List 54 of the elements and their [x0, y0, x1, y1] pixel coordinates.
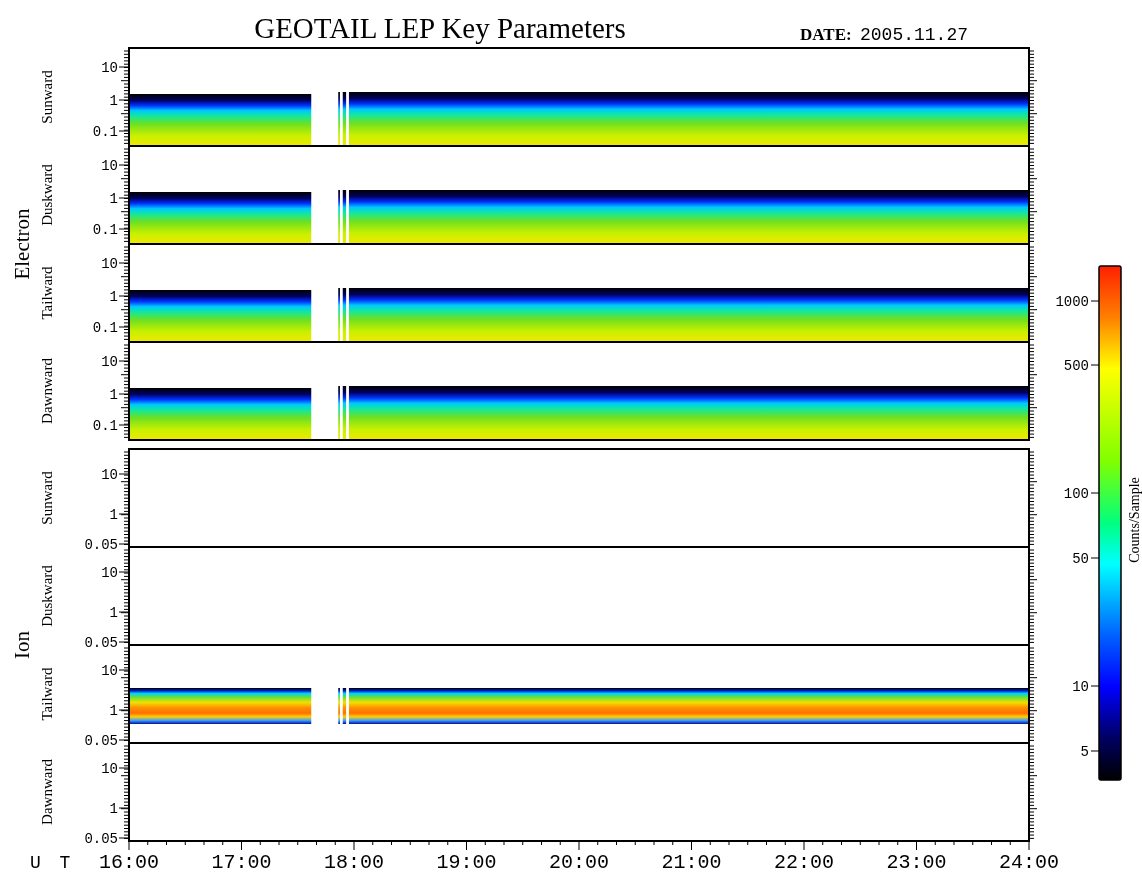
tick-label: 1000 — [1055, 294, 1089, 310]
tick-label: 10 — [101, 60, 118, 76]
tick-label: 18:00 — [324, 851, 384, 874]
tick-label: 500 — [1063, 358, 1089, 374]
tick-label: 1 — [109, 93, 118, 109]
tick-label: 0.1 — [92, 418, 118, 434]
tick-label: 0.05 — [84, 635, 118, 651]
species-label: Electron — [10, 208, 34, 280]
tick-label: 1 — [109, 387, 118, 403]
tick-label: 21:00 — [661, 851, 722, 874]
tick-label: 22:00 — [774, 851, 834, 874]
tick-label: 17:00 — [211, 851, 272, 874]
tick-label: 0.05 — [84, 831, 118, 847]
tick-label: 10 — [101, 663, 118, 679]
tick-label: 23:00 — [886, 851, 947, 874]
tick-label: 10 — [101, 256, 118, 272]
colorbar-label: Counts/Sample — [1127, 477, 1142, 563]
tick-label: 10 — [101, 158, 118, 174]
species-label: Ion — [10, 631, 34, 659]
tick-label: 1 — [109, 289, 118, 305]
tick-label: 0.05 — [84, 537, 118, 553]
tick-label: 0.1 — [92, 320, 118, 336]
axis-label: U T — [30, 853, 75, 873]
tick-label: 5 — [1080, 744, 1089, 760]
date-value: 2005.11.27 — [860, 25, 969, 45]
direction-label: Duskward — [39, 164, 55, 226]
direction-label: Sunward — [39, 70, 55, 124]
direction-label: Dawnward — [39, 358, 55, 424]
tick-label: 10 — [101, 761, 118, 777]
tick-label: 10 — [101, 467, 118, 483]
tick-label: 19:00 — [436, 851, 497, 874]
tick-label: 100 — [1063, 486, 1089, 502]
tick-label: 1 — [109, 191, 118, 207]
tick-label: 10 — [101, 354, 118, 370]
date-label: DATE: — [800, 25, 852, 44]
tick-label: 1 — [109, 507, 118, 523]
tick-label: 1 — [109, 605, 118, 621]
tick-label: 16:00 — [99, 851, 159, 874]
direction-label: Tailward — [39, 667, 55, 721]
tick-label: 0.1 — [92, 124, 118, 140]
plot-title: GEOTAIL LEP Key Parameters — [254, 12, 626, 44]
direction-label: Duskward — [39, 565, 55, 627]
tick-label: 10 — [101, 565, 118, 581]
tick-label: 1 — [109, 801, 118, 817]
tick-label: 0.05 — [84, 733, 118, 749]
tick-label: 10 — [1072, 679, 1089, 695]
direction-label: Dawnward — [39, 759, 55, 825]
tick-label: 24:00 — [999, 851, 1059, 874]
direction-label: Sunward — [39, 471, 55, 525]
tick-label: 50 — [1072, 551, 1089, 567]
tick-label: 1 — [109, 703, 118, 719]
tick-label: 20:00 — [549, 851, 609, 874]
direction-label: Tailward — [39, 266, 55, 320]
tick-label: 0.1 — [92, 222, 118, 238]
